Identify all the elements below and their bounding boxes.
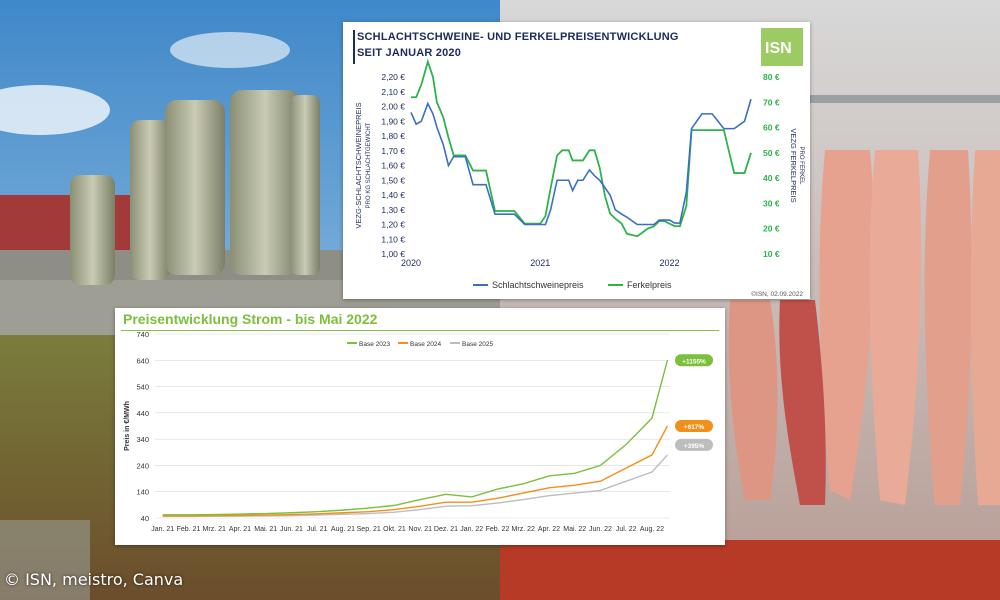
y-left-axis-label: VEZG-SCHLACHTSCHWEINEPREIS [354,102,363,228]
y-axis-label: Preis in €/MWh [124,401,131,451]
legend-label-schlachtschweinepreis: Schlachtschweinepreis [492,280,584,290]
y-tick-label: 440 [136,409,149,418]
legend-label: Base 2025 [462,341,493,348]
y-right-tick-label: 10 € [763,249,780,259]
y-left-tick-label: 2,00 € [381,102,405,112]
y-right-tick-label: 20 € [763,224,780,234]
electricity-price-chart-card: Preisentwicklung Strom - bis Mai 2022 74… [115,308,725,545]
x-tick-label: Dez. 21 [434,526,458,533]
x-tick-label: Jan. 22 [460,526,483,533]
x-tick-label: Feb. 22 [486,526,510,533]
end-label-text: +395% [684,443,705,450]
series-line-schlachtschweinepreis [410,98,752,226]
x-tick-label: Jul. 22 [616,526,637,533]
end-label-text: +1155% [682,358,706,365]
y-right-axis-sublabel: PRO FERKEL [798,146,804,185]
y-right-tick-label: 50 € [763,148,780,158]
x-tick-label: Mrz. 22 [512,526,535,533]
y-right-tick-label: 60 € [763,123,780,133]
y-left-tick-label: 2,10 € [381,87,405,97]
y-tick-label: 340 [136,435,149,444]
y-left-tick-label: 1,60 € [381,161,405,171]
y-right-tick-label: 80 € [763,72,780,82]
y-right-axis-label: VEZG FERKELPREIS [789,128,798,202]
legend-label: Base 2024 [410,341,441,348]
source-note: ©ISN, 02.09.2022 [751,290,803,298]
y-tick-label: 540 [136,383,149,392]
y-left-tick-label: 1,30 € [381,205,405,215]
x-tick-label: Nov. 21 [408,526,432,533]
y-left-tick-label: 2,20 € [381,72,405,82]
x-tick-label: Jun. 22 [589,526,612,533]
x-tick-label: Sep. 21 [357,526,381,533]
y-tick-label: 140 [136,488,149,497]
y-left-tick-label: 1,40 € [381,190,405,200]
y-tick-label: 640 [136,356,149,365]
y-left-tick-label: 1,20 € [381,220,405,230]
y-left-axis-sublabel: PRO KG SCHLACHTGEWICHT [366,122,372,208]
legend-label-ferkelpreis: Ferkelpreis [627,280,672,290]
y-right-tick-label: 40 € [763,173,780,183]
x-tick-label: Aug. 21 [331,526,355,533]
x-tick-label: 2020 [401,258,421,268]
electricity-price-chart: 74064054044034024014040Jan. 21 Feb. 21 Mrz… [124,330,713,533]
x-tick-label: Mrz. 21 [203,526,226,533]
legend-label: Base 2023 [359,341,390,348]
y-left-tick-label: 1,10 € [381,234,405,244]
x-tick-label: 2022 [660,258,680,268]
series-line-base-2024 [162,425,669,517]
x-tick-label: Jul. 21 [307,526,328,533]
x-tick-label: Feb. 21 [177,526,201,533]
end-label-text: +617% [684,424,705,431]
x-tick-label: Apr. 22 [538,526,560,533]
x-tick-label: Aug. 22 [640,526,664,533]
series-line-ferkelpreis [411,58,752,238]
y-tick-label: 40 [141,514,149,523]
image-credit: © ISN, meistro, Canva [4,570,184,589]
y-tick-label: 740 [136,330,149,339]
y-tick-label: 240 [136,461,149,470]
y-left-tick-label: 1,70 € [381,146,405,156]
pig-price-chart-card: SCHLACHTSCHWEINE- UND FERKELPREISENTWICK… [343,22,810,299]
y-left-tick-label: 1,90 € [381,116,405,126]
x-tick-label: Jun. 21 [280,526,303,533]
x-tick-label: Mai. 22 [563,526,586,533]
x-tick-label: Jan. 21 [151,526,174,533]
x-tick-label: Mai. 21 [254,526,277,533]
x-tick-label: Okt. 21 [383,526,406,533]
y-left-tick-label: 1,50 € [381,175,405,185]
y-right-tick-label: 30 € [763,198,780,208]
y-left-tick-label: 1,80 € [381,131,405,141]
x-tick-label: Apr. 21 [229,526,251,533]
y-right-tick-label: 70 € [763,97,780,107]
x-tick-label: 2021 [530,258,550,268]
pig-price-chart: 2,20 € 2,10 € 2,00 € 1,90 € 1,80 € 1,70 € 1,60… [354,58,804,298]
